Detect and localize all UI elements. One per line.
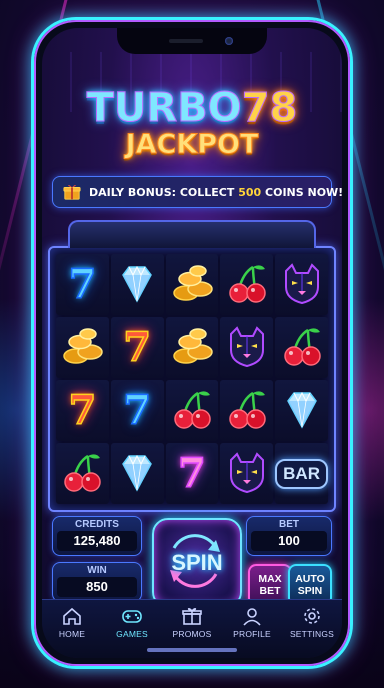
bet-value: 100 (251, 531, 327, 551)
reel-cell (275, 380, 328, 441)
coins-icon (58, 322, 106, 374)
seven-blue-symbol: 7 (68, 260, 97, 308)
diamond-icon (278, 385, 326, 437)
cherry-icon (58, 448, 106, 500)
home-icon (61, 606, 83, 626)
reel-cell (165, 380, 219, 441)
coins-icon (168, 259, 216, 311)
diamond-icon (113, 259, 161, 311)
reel-cell (220, 254, 274, 315)
credits-value: 125,480 (57, 531, 137, 551)
gift-icon (181, 606, 203, 626)
reel-cell: 7 (110, 317, 164, 378)
cherry-icon (223, 259, 271, 311)
reel-cell (275, 317, 328, 378)
gift-icon (63, 183, 81, 201)
reel-cell (165, 254, 219, 315)
seven-pink-symbol: 7 (177, 449, 206, 497)
reel-cell: 7 (56, 254, 109, 315)
home-indicator (147, 648, 237, 652)
nav-item-home[interactable]: HOME (44, 606, 100, 639)
reel-cell (220, 317, 274, 378)
reel-cell (110, 443, 164, 504)
nav-item-games[interactable]: GAMES (104, 606, 160, 639)
reel-cell: 7 (165, 443, 219, 504)
panther-icon (223, 322, 271, 374)
user-icon (241, 606, 263, 626)
diamond-icon (113, 448, 161, 500)
phone-frame: TURBO78 JACKPOT DAILY BONUS: COLLECT 500… (34, 20, 350, 666)
credits-display: CREDITS 125,480 (52, 516, 142, 556)
seven-red-symbol: 7 (68, 386, 97, 434)
nav-item-label: SETTINGS (289, 629, 335, 639)
reel-cell: BAR (275, 443, 328, 504)
gamepad-icon (121, 606, 143, 626)
game-screen: TURBO78 JACKPOT DAILY BONUS: COLLECT 500… (42, 28, 342, 658)
win-value: 850 (57, 577, 137, 597)
reel-cell (220, 380, 274, 441)
win-display: WIN 850 (52, 562, 142, 602)
cherry-icon (223, 385, 271, 437)
gear-icon (301, 606, 323, 626)
panther-icon (223, 448, 271, 500)
reel-cell: 7 (110, 380, 164, 441)
nav-item-promos[interactable]: PROMOS (164, 606, 220, 639)
daily-bonus-banner[interactable]: DAILY BONUS: COLLECT 500 COINS NOW! › (52, 176, 342, 208)
phone-notch (117, 28, 267, 54)
spin-button[interactable]: SPIN (152, 518, 242, 608)
nav-item-label: PROMOS (172, 629, 212, 639)
game-logo: TURBO78 JACKPOT (42, 85, 342, 161)
bet-display[interactable]: BET 100 (246, 516, 332, 556)
logo-turbo: TURBO (86, 85, 242, 131)
nav-item-label: HOME (58, 629, 86, 639)
nav-item-label: PROFILE (233, 629, 271, 639)
reel-cell (165, 317, 219, 378)
reel-cell (275, 254, 328, 315)
logo-jackpot: JACKPOT (125, 129, 259, 160)
reel-cell (56, 317, 109, 378)
reel-cell (220, 443, 274, 504)
nav-item-profile[interactable]: PROFILE (224, 606, 280, 639)
cherry-icon (278, 322, 326, 374)
reel-grid: 7 7 7 7 7 BAR (56, 254, 328, 504)
reel-cell (56, 443, 109, 504)
cherry-icon (168, 385, 216, 437)
seven-red-symbol: 7 (123, 323, 152, 371)
coins-icon (168, 322, 216, 374)
reel-cell: 7 (56, 380, 109, 441)
control-panel: CREDITS 125,480 WIN 850 SPIN BET 100 MAX… (52, 516, 332, 610)
seven-blue-symbol: 7 (123, 386, 152, 434)
bar-symbol: BAR (275, 458, 328, 489)
bonus-text: DAILY BONUS: COLLECT 500 COINS NOW! (89, 185, 342, 199)
nav-item-settings[interactable]: SETTINGS (284, 606, 340, 639)
slot-reels: 7 7 7 7 7 BAR (48, 220, 336, 512)
panther-icon (278, 259, 326, 311)
nav-item-label: GAMES (116, 629, 148, 639)
logo-number: 78 (241, 85, 298, 131)
reel-cell (110, 254, 164, 315)
